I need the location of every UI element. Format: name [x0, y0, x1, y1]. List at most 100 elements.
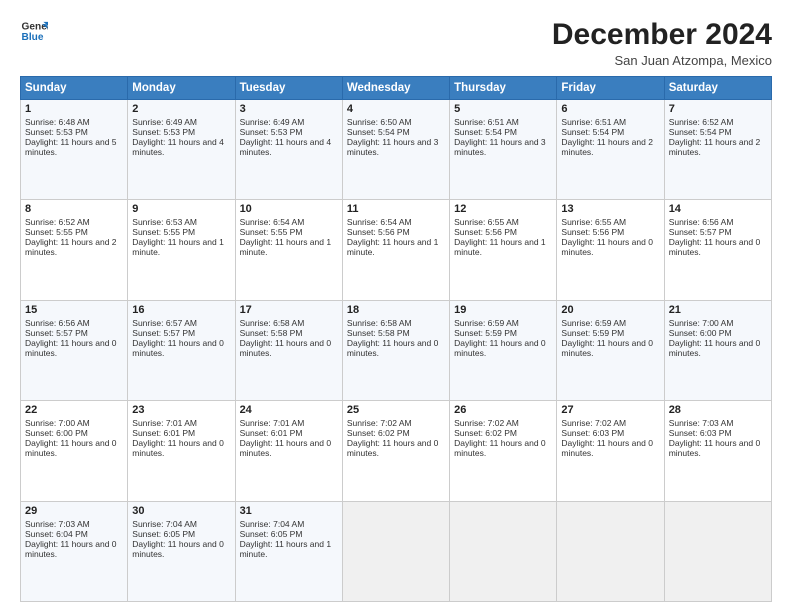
daylight-label: Daylight: 11 hours and 0 minutes. [132, 539, 224, 559]
location: San Juan Atzompa, Mexico [552, 53, 772, 68]
table-row [557, 501, 664, 601]
day-number: 5 [454, 103, 552, 115]
daylight-label: Daylight: 11 hours and 3 minutes. [454, 137, 546, 157]
day-number: 11 [347, 203, 445, 215]
logo: General Blue [20, 18, 48, 46]
table-row: 25Sunrise: 7:02 AMSunset: 6:02 PMDayligh… [342, 401, 449, 501]
sunset-label: Sunset: 6:01 PM [240, 428, 303, 438]
day-number: 22 [25, 404, 123, 416]
table-row: 14Sunrise: 6:56 AMSunset: 5:57 PMDayligh… [664, 200, 771, 300]
col-tuesday: Tuesday [235, 77, 342, 100]
sunrise-label: Sunrise: 6:50 AM [347, 117, 412, 127]
logo-icon: General Blue [20, 18, 48, 46]
sunrise-label: Sunrise: 6:49 AM [132, 117, 197, 127]
sunset-label: Sunset: 6:03 PM [561, 428, 624, 438]
sunset-label: Sunset: 6:00 PM [669, 328, 732, 338]
calendar-week-row: 8Sunrise: 6:52 AMSunset: 5:55 PMDaylight… [21, 200, 772, 300]
day-number: 21 [669, 304, 767, 316]
daylight-label: Daylight: 11 hours and 0 minutes. [561, 338, 653, 358]
day-number: 27 [561, 404, 659, 416]
sunset-label: Sunset: 5:53 PM [240, 127, 303, 137]
table-row: 15Sunrise: 6:56 AMSunset: 5:57 PMDayligh… [21, 300, 128, 400]
sunset-label: Sunset: 5:54 PM [561, 127, 624, 137]
sunrise-label: Sunrise: 6:53 AM [132, 217, 197, 227]
sunset-label: Sunset: 5:58 PM [347, 328, 410, 338]
daylight-label: Daylight: 11 hours and 0 minutes. [132, 438, 224, 458]
daylight-label: Daylight: 11 hours and 0 minutes. [240, 438, 332, 458]
sunrise-label: Sunrise: 7:04 AM [240, 519, 305, 529]
table-row [664, 501, 771, 601]
day-number: 7 [669, 103, 767, 115]
day-number: 13 [561, 203, 659, 215]
col-sunday: Sunday [21, 77, 128, 100]
sunset-label: Sunset: 5:59 PM [454, 328, 517, 338]
table-row [450, 501, 557, 601]
daylight-label: Daylight: 11 hours and 3 minutes. [347, 137, 439, 157]
table-row: 20Sunrise: 6:59 AMSunset: 5:59 PMDayligh… [557, 300, 664, 400]
sunset-label: Sunset: 5:57 PM [25, 328, 88, 338]
sunrise-label: Sunrise: 7:01 AM [240, 418, 305, 428]
sunset-label: Sunset: 5:54 PM [347, 127, 410, 137]
table-row: 31Sunrise: 7:04 AMSunset: 6:05 PMDayligh… [235, 501, 342, 601]
table-row: 16Sunrise: 6:57 AMSunset: 5:57 PMDayligh… [128, 300, 235, 400]
daylight-label: Daylight: 11 hours and 2 minutes. [25, 237, 117, 257]
daylight-label: Daylight: 11 hours and 1 minute. [240, 237, 332, 257]
sunset-label: Sunset: 5:53 PM [25, 127, 88, 137]
table-row: 19Sunrise: 6:59 AMSunset: 5:59 PMDayligh… [450, 300, 557, 400]
calendar-week-row: 1Sunrise: 6:48 AMSunset: 5:53 PMDaylight… [21, 100, 772, 200]
day-number: 4 [347, 103, 445, 115]
sunset-label: Sunset: 5:58 PM [240, 328, 303, 338]
daylight-label: Daylight: 11 hours and 1 minute. [240, 539, 332, 559]
sunset-label: Sunset: 5:57 PM [669, 227, 732, 237]
sunset-label: Sunset: 5:54 PM [454, 127, 517, 137]
daylight-label: Daylight: 11 hours and 4 minutes. [132, 137, 224, 157]
daylight-label: Daylight: 11 hours and 0 minutes. [454, 438, 546, 458]
sunrise-label: Sunrise: 7:02 AM [454, 418, 519, 428]
sunrise-label: Sunrise: 6:51 AM [561, 117, 626, 127]
table-row: 26 Sunrise: 7:02 AMSunset: 6:02 PMDayligh… [450, 401, 557, 501]
sunset-label: Sunset: 6:02 PM [454, 428, 517, 438]
day-number: 12 [454, 203, 552, 215]
table-row: 8Sunrise: 6:52 AMSunset: 5:55 PMDaylight… [21, 200, 128, 300]
table-row: 24Sunrise: 7:01 AMSunset: 6:01 PMDayligh… [235, 401, 342, 501]
sunrise-label: Sunrise: 6:54 AM [240, 217, 305, 227]
daylight-label: Daylight: 11 hours and 0 minutes. [561, 438, 653, 458]
day-number: 23 [132, 404, 230, 416]
day-number: 20 [561, 304, 659, 316]
calendar-table: Sunday Monday Tuesday Wednesday Thursday… [20, 76, 772, 602]
sunrise-label: Sunrise: 6:56 AM [25, 318, 90, 328]
sunset-label: Sunset: 6:05 PM [132, 529, 195, 539]
sunrise-label: Sunrise: 6:59 AM [454, 318, 519, 328]
daylight-label: Daylight: 11 hours and 2 minutes. [669, 137, 761, 157]
table-row: 3Sunrise: 6:49 AMSunset: 5:53 PMDaylight… [235, 100, 342, 200]
table-row: 6Sunrise: 6:51 AMSunset: 5:54 PMDaylight… [557, 100, 664, 200]
sunset-label: Sunset: 5:53 PM [132, 127, 195, 137]
sunrise-label: Sunrise: 7:03 AM [25, 519, 90, 529]
daylight-label: Daylight: 11 hours and 0 minutes. [669, 338, 761, 358]
day-number: 3 [240, 103, 338, 115]
sunset-label: Sunset: 6:03 PM [669, 428, 732, 438]
table-row: 7Sunrise: 6:52 AMSunset: 5:54 PMDaylight… [664, 100, 771, 200]
calendar-week-row: 22Sunrise: 7:00 AMSunset: 6:00 PMDayligh… [21, 401, 772, 501]
day-number: 31 [240, 505, 338, 517]
day-number: 26 [454, 404, 552, 416]
sunrise-label: Sunrise: 7:02 AM [561, 418, 626, 428]
table-row: 2Sunrise: 6:49 AMSunset: 5:53 PMDaylight… [128, 100, 235, 200]
day-number: 17 [240, 304, 338, 316]
sunrise-label: Sunrise: 7:04 AM [132, 519, 197, 529]
header: General Blue December 2024 San Juan Atzo… [20, 18, 772, 68]
table-row: 21Sunrise: 7:00 AMSunset: 6:00 PMDayligh… [664, 300, 771, 400]
daylight-label: Daylight: 11 hours and 4 minutes. [240, 137, 332, 157]
sunset-label: Sunset: 5:56 PM [561, 227, 624, 237]
table-row: 12Sunrise: 6:55 AMSunset: 5:56 PMDayligh… [450, 200, 557, 300]
day-number: 14 [669, 203, 767, 215]
daylight-label: Daylight: 11 hours and 0 minutes. [669, 237, 761, 257]
daylight-label: Daylight: 11 hours and 0 minutes. [240, 338, 332, 358]
sunrise-label: Sunrise: 6:52 AM [25, 217, 90, 227]
calendar-week-row: 15Sunrise: 6:56 AMSunset: 5:57 PMDayligh… [21, 300, 772, 400]
daylight-label: Daylight: 11 hours and 0 minutes. [669, 438, 761, 458]
daylight-label: Daylight: 11 hours and 0 minutes. [25, 438, 117, 458]
sunrise-label: Sunrise: 6:58 AM [347, 318, 412, 328]
daylight-label: Daylight: 11 hours and 2 minutes. [561, 137, 653, 157]
sunset-label: Sunset: 6:00 PM [25, 428, 88, 438]
